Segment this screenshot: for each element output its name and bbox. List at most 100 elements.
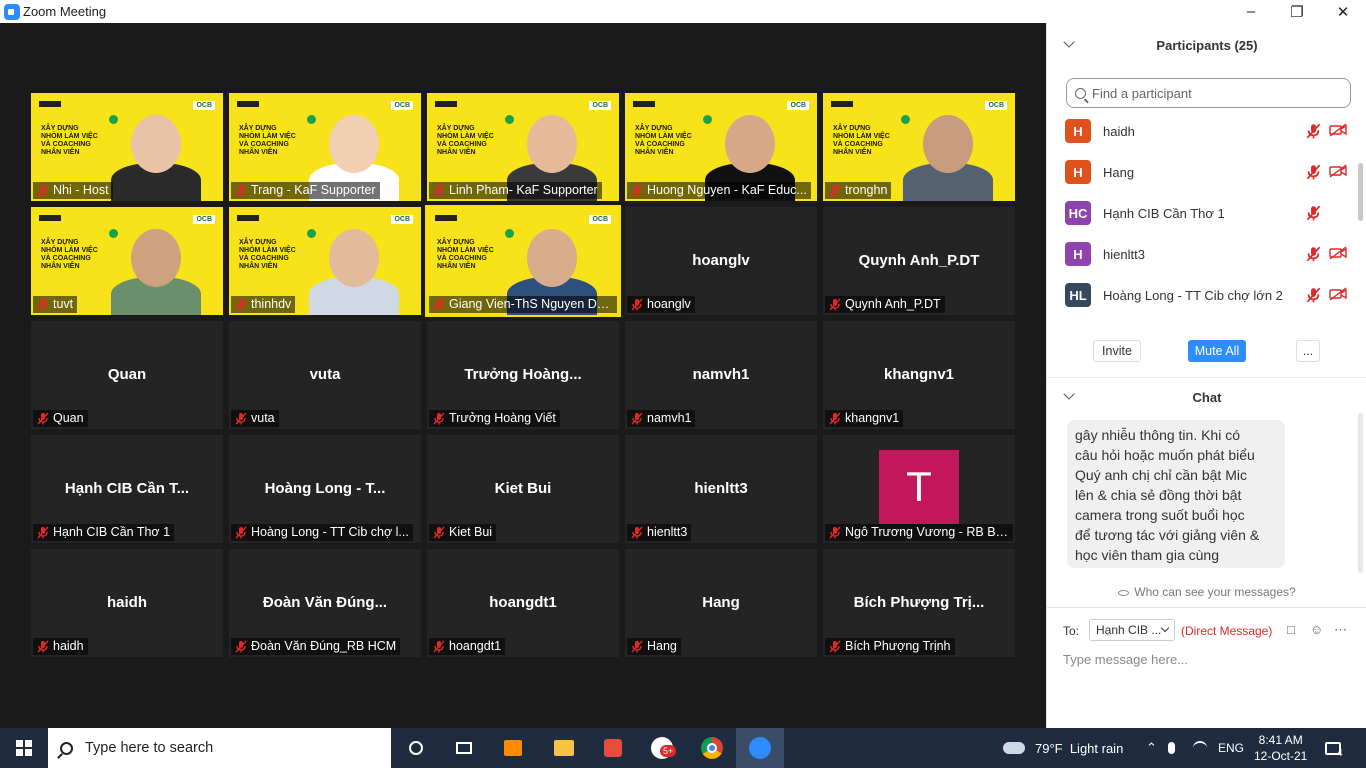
participant-tile[interactable]: OCB XÂY DỰNG NHÓM LÀM VIỆC VÀ COACHING NHÂN … <box>31 93 223 201</box>
participant-tile[interactable]: Hang Hang <box>625 549 817 657</box>
participant-name: hienltt3 <box>647 525 688 539</box>
participant-list-item[interactable]: HC Hạnh CIB Cần Thơ 1 <box>1065 199 1355 227</box>
wifi-icon[interactable] <box>1193 728 1207 768</box>
clock[interactable]: 8:41 AM 12-Oct-21 <box>1254 728 1307 768</box>
kaf-logo <box>39 215 61 221</box>
microphone-icon[interactable] <box>1168 728 1175 768</box>
participant-tile[interactable]: namvh1 namvh1 <box>625 321 817 429</box>
participant-avatar: HC <box>1065 201 1091 225</box>
mic-muted-icon[interactable] <box>1306 205 1321 226</box>
participant-tile[interactable]: OCB XÂY DỰNG NHÓM LÀM VIỆC VÀ COACHING NHÂN … <box>427 93 619 201</box>
mic-muted-icon[interactable] <box>1306 123 1321 144</box>
participant-tile[interactable]: Bích Phượng Trị... Bích Phượng Trịnh <box>823 549 1015 657</box>
tray-chevron-up-icon[interactable]: ⌃ <box>1146 728 1157 768</box>
participant-tile[interactable]: Đoàn Văn Đúng... Đoàn Văn Đúng_RB HCM <box>229 549 421 657</box>
participants-header: Participants (25) <box>1047 30 1366 60</box>
slide-headline: XÂY DỰNG NHÓM LÀM VIỆC VÀ COACHING NHÂN VIÊ… <box>41 125 98 156</box>
emoji-icon[interactable]: ☺ <box>1310 622 1323 637</box>
mic-muted-icon[interactable] <box>1306 246 1321 267</box>
minimize-button[interactable]: – <box>1228 0 1274 23</box>
slide-headline: XÂY DỰNG NHÓM LÀM VIỆC VÀ COACHING NHÂN VIÊ… <box>437 239 494 270</box>
chat-message-input[interactable] <box>1063 652 1353 667</box>
participant-name-tag: Trang - KaF Supporter <box>231 182 380 199</box>
zalo-icon[interactable]: 5+ <box>638 728 686 768</box>
person-face <box>329 115 379 173</box>
mute-all-button[interactable]: Mute All <box>1188 340 1246 362</box>
store-icon[interactable] <box>489 728 537 768</box>
participant-name: Quynh Anh_P.DT <box>845 297 941 311</box>
close-button[interactable]: ✕ <box>1320 0 1366 23</box>
file-icon[interactable]: □ <box>1287 622 1295 637</box>
invite-button[interactable]: Invite <box>1093 340 1141 362</box>
language-indicator[interactable]: ENG <box>1218 728 1244 768</box>
mic-muted-icon[interactable] <box>1306 164 1321 185</box>
video-off-icon[interactable] <box>1329 123 1347 144</box>
weather-widget[interactable]: 79°F Light rain <box>1003 728 1123 768</box>
participant-tile[interactable]: Hoàng Long - T... Hoàng Long - TT Cib chợ… <box>229 435 421 543</box>
maximize-button[interactable]: ❐ <box>1274 0 1320 23</box>
chat-message-line: gây nhiễu thông tin. Khi có <box>1075 427 1241 443</box>
mic-muted-icon <box>433 298 445 311</box>
participant-tile[interactable]: Quan Quan <box>31 321 223 429</box>
chat-title: Chat <box>1192 389 1222 405</box>
mic-muted-icon <box>37 184 49 197</box>
participant-tile[interactable]: Hạnh CIB Cần T... Hạnh CIB Cần Thơ 1 <box>31 435 223 543</box>
mic-muted-icon[interactable] <box>1306 287 1321 308</box>
photos-icon[interactable] <box>589 728 637 768</box>
participant-tile[interactable]: OCB XÂY DỰNG NHÓM LÀM VIỆC VÀ COACHING NHÂN … <box>31 207 223 315</box>
participant-list-item[interactable]: Hhaidh <box>1065 117 1355 145</box>
participant-tile[interactable]: hoangdt1 hoangdt1 <box>427 549 619 657</box>
participant-search-box[interactable] <box>1066 78 1351 108</box>
participant-tile[interactable]: OCB XÂY DỰNG NHÓM LÀM VIỆC VÀ COACHING NHÂN … <box>625 93 817 201</box>
participant-display-name: hienltt3 <box>694 480 748 497</box>
participant-name-tag: Bích Phượng Trịnh <box>825 638 955 655</box>
who-can-see-link[interactable]: Who can see your messages? <box>1047 585 1366 599</box>
chrome-icon[interactable] <box>688 728 736 768</box>
participant-name-tag: Hang <box>627 638 681 655</box>
participant-list-item[interactable]: Hhienltt3 <box>1065 240 1355 268</box>
collapse-participants-icon[interactable] <box>1063 36 1075 48</box>
video-off-icon[interactable] <box>1329 164 1347 185</box>
chat-scrollbar[interactable] <box>1358 413 1363 573</box>
participant-tile[interactable]: OCB XÂY DỰNG NHÓM LÀM VIỆC VÀ COACHING NHÂN … <box>229 93 421 201</box>
participant-search-input[interactable] <box>1092 85 1332 101</box>
cortana-icon[interactable] <box>392 728 440 768</box>
participant-tile[interactable]: Quynh Anh_P.DT Quynh Anh_P.DT <box>823 207 1015 315</box>
participant-display-name: Quan <box>107 366 147 383</box>
participant-tile[interactable]: OCB XÂY DỰNG NHÓM LÀM VIỆC VÀ COACHING NHÂN … <box>229 207 421 315</box>
participant-tile[interactable]: vuta vuta <box>229 321 421 429</box>
video-off-icon[interactable] <box>1329 205 1347 226</box>
participants-scrollbar[interactable] <box>1358 163 1363 221</box>
cloud-rain-icon <box>1003 742 1025 754</box>
participant-name-tag: Giang Vien-ThS Nguyen Duy K... <box>429 296 617 313</box>
collapse-chat-icon[interactable] <box>1063 388 1075 400</box>
participant-tile[interactable]: khangnv1 khangnv1 <box>823 321 1015 429</box>
chat-message-bubble: gây nhiễu thông tin. Khi có câu hỏi hoặc … <box>1067 420 1285 568</box>
file-explorer-icon[interactable] <box>540 728 588 768</box>
video-off-icon[interactable] <box>1329 246 1347 267</box>
participant-tile[interactable]: OCB XÂY DỰNG NHÓM LÀM VIỆC VÀ COACHING NHÂN … <box>425 205 621 317</box>
start-button[interactable] <box>0 728 48 768</box>
more-icon[interactable]: ⋯ <box>1334 622 1347 638</box>
participant-list-item[interactable]: HL Hoàng Long - TT Cib chợ lớn 2 <box>1065 281 1355 309</box>
task-view-icon[interactable] <box>440 728 488 768</box>
chevron-down-icon <box>1160 623 1170 633</box>
person-face <box>527 115 577 173</box>
participant-name: namvh1 <box>647 411 692 425</box>
zoom-taskbar-icon[interactable] <box>736 728 784 768</box>
participant-tile[interactable]: Kiet Bui Kiet Bui <box>427 435 619 543</box>
more-options-button[interactable]: ... <box>1296 340 1320 362</box>
participant-tile[interactable]: hoanglv hoanglv <box>625 207 817 315</box>
recipient-select[interactable]: Hạnh CIB ... <box>1089 619 1175 641</box>
participant-name-tag: Quynh Anh_P.DT <box>825 296 945 313</box>
participant-tile[interactable]: haidh haidh <box>31 549 223 657</box>
participant-tile[interactable]: OCB XÂY DỰNG NHÓM LÀM VIỆC VÀ COACHING NHÂN … <box>823 93 1015 201</box>
video-gallery: OCB XÂY DỰNG NHÓM LÀM VIỆC VÀ COACHING NHÂN … <box>0 23 1046 728</box>
video-off-icon[interactable] <box>1329 287 1347 308</box>
taskbar-search-box[interactable]: Type here to search <box>48 728 391 768</box>
participant-tile[interactable]: Trưởng Hoàng... Trưởng Hoàng Viết <box>427 321 619 429</box>
participant-tile[interactable]: T Ngô Trương Vương - RB Bì... <box>823 435 1015 543</box>
participant-list-item[interactable]: H Hang <box>1065 158 1355 186</box>
notification-center-icon[interactable]: 4 <box>1325 728 1343 768</box>
participant-tile[interactable]: hienltt3 hienltt3 <box>625 435 817 543</box>
